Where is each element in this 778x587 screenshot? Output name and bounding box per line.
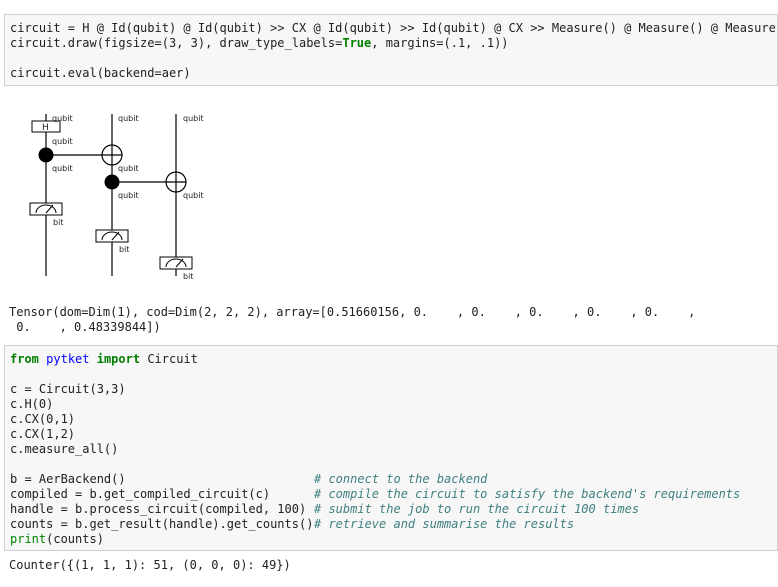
circuit-diagram: H qubit qubit qubit qubit qubit qubit qu… <box>29 114 204 281</box>
code-line-process: handle = b.process_circuit(compiled, 100… <box>10 502 640 516</box>
qubit-label: qubit <box>52 114 73 123</box>
code-line-counts: counts = b.get_result(handle).get_counts… <box>10 517 575 531</box>
code-line-import: from pytket import Circuit <box>10 352 198 366</box>
tensor-output-line-2: 0. , 0.48339844]) <box>9 320 161 334</box>
cx-2-control <box>104 174 120 190</box>
counter-output: Counter({(1, 1, 1): 51, (0, 0, 0): 49}) <box>9 558 291 572</box>
bit-label: bit <box>53 218 63 227</box>
measure-gate-1 <box>95 229 129 243</box>
code-line-circuit-def: circuit = H @ Id(qubit) @ Id(qubit) >> C… <box>10 21 778 35</box>
measure-gate-2 <box>159 256 193 270</box>
code-line-h: c.H(0) <box>10 397 54 411</box>
code-line-backend: b = AerBackend() # connect to the backen… <box>10 472 488 486</box>
tensor-output-line-1: Tensor(dom=Dim(1), cod=Dim(2, 2, 2), arr… <box>9 305 696 319</box>
code-line-cx-01: c.CX(0,1) <box>10 412 76 426</box>
h-gate-label: H <box>42 123 49 133</box>
code-line-circuit-draw: circuit.draw(figsize=(3, 3), draw_type_l… <box>10 36 509 50</box>
measure-gate-0 <box>29 202 63 216</box>
code-line-print: print(counts) <box>10 532 104 546</box>
code-cell-2[interactable]: from pytket import Circuit c = Circuit(3… <box>4 345 778 551</box>
qubit-label: qubit <box>183 114 204 123</box>
cx-1-control <box>38 147 54 163</box>
qubit-label: qubit <box>52 164 73 173</box>
bit-label: bit <box>183 272 193 281</box>
code-line-compile: compiled = b.get_compiled_circuit(c) # c… <box>10 487 741 501</box>
qubit-label: qubit <box>118 191 139 200</box>
qubit-label: qubit <box>118 164 139 173</box>
qubit-label: qubit <box>52 137 73 146</box>
qubit-label: qubit <box>183 191 204 200</box>
bit-label: bit <box>119 245 129 254</box>
code-line-circuit-eval: circuit.eval(backend=aer) <box>10 66 191 80</box>
qubit-label: qubit <box>118 114 139 123</box>
code-line-circuit-init: c = Circuit(3,3) <box>10 382 126 396</box>
code-line-cx-12: c.CX(1,2) <box>10 427 76 441</box>
code-cell-1[interactable]: circuit = H @ Id(qubit) @ Id(qubit) >> C… <box>4 14 778 86</box>
code-line-measure-all: c.measure_all() <box>10 442 119 456</box>
